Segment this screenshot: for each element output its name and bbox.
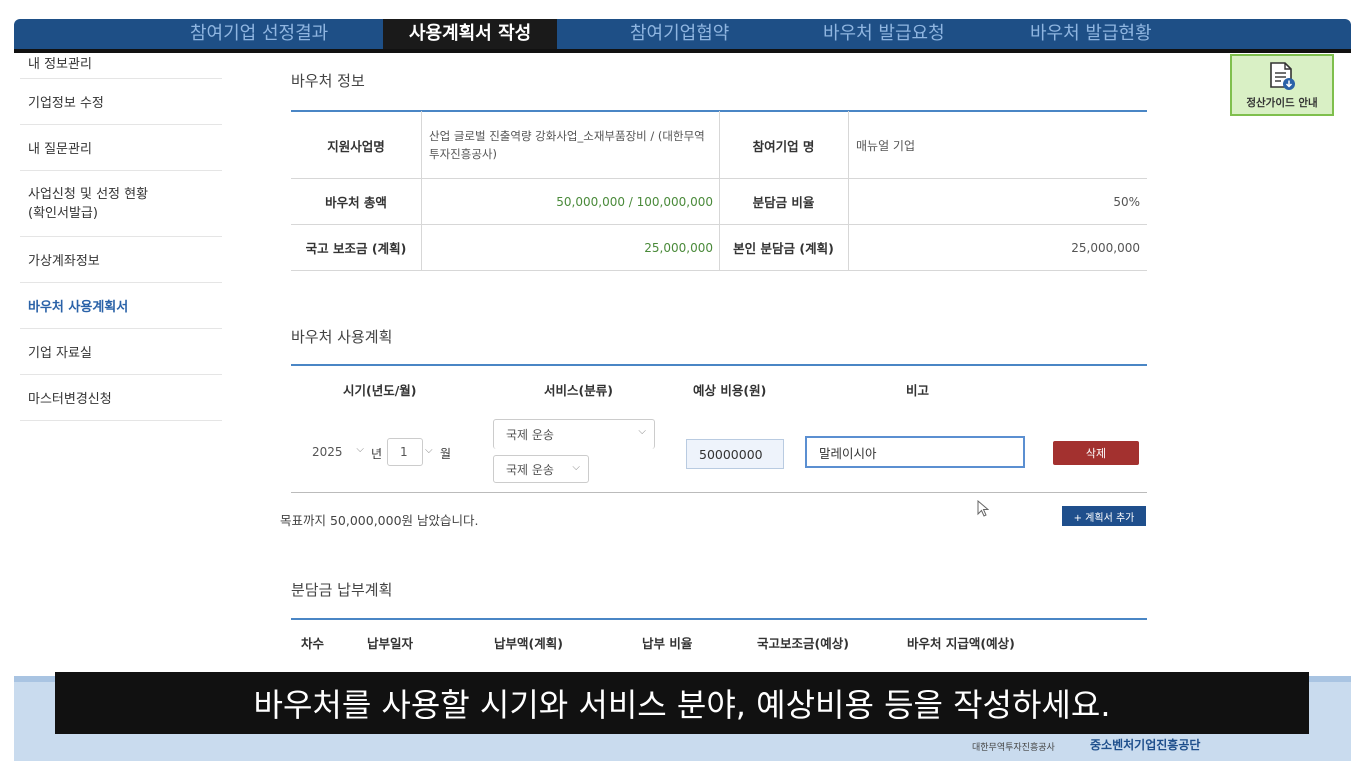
delete-button[interactable]: 삭제: [1053, 441, 1139, 465]
cost-input[interactable]: 50000000: [686, 439, 784, 469]
sidebar: 내 정보관리 기업정보 수정 내 질문관리 사업신청 및 선정 현황 (확인서발…: [20, 53, 222, 421]
sidebar-item-application-status[interactable]: 사업신청 및 선정 현황 (확인서발급): [20, 171, 222, 237]
header-payment-amount: 납부액(계획): [494, 636, 563, 651]
sidebar-item-virtual-account[interactable]: 가상계좌정보: [20, 237, 222, 283]
tab-usage-plan[interactable]: 사용계획서 작성: [383, 19, 558, 49]
payment-plan-rule: [291, 618, 1147, 620]
year-unit: 년: [371, 447, 383, 461]
add-plan-button[interactable]: + 계획서 추가: [1062, 506, 1146, 526]
sidebar-item-label: 가상계좌정보: [28, 254, 100, 269]
note-value: 말레이시아: [819, 445, 877, 461]
cost-value: 50000000: [699, 446, 763, 462]
header-service: 서비스(분류): [544, 383, 613, 398]
settlement-guide-button[interactable]: 정산가이드 안내: [1230, 54, 1334, 116]
divider: [848, 111, 849, 270]
tab-issue-status[interactable]: 바우처 발급현황: [1030, 19, 1152, 49]
sidebar-item-my-info[interactable]: 내 정보관리: [20, 53, 222, 79]
sidebar-item-my-questions[interactable]: 내 질문관리: [20, 125, 222, 171]
share-ratio-label: 분담금 비율: [752, 195, 815, 210]
chevron-down-icon[interactable]: ⌵: [425, 445, 433, 456]
footer-org-small: 대한무역투자진흥공사: [972, 743, 1055, 753]
subsidy-label: 국고 보조금 (계획): [305, 241, 407, 256]
company-name-value: 매뉴얼 기업: [856, 138, 916, 153]
voucher-info-title: 바우처 정보: [291, 72, 365, 90]
service-main-value: 국제 운송: [506, 428, 554, 442]
service-sub-select[interactable]: 국제 운송 ⌵: [493, 455, 589, 483]
header-cost: 예상 비용(원): [693, 383, 767, 398]
tab-issue-request[interactable]: 바우처 발급요청: [823, 19, 945, 49]
document-download-icon: [1270, 61, 1295, 90]
divider: [421, 111, 422, 270]
sidebar-item-company-info[interactable]: 기업정보 수정: [20, 79, 222, 125]
remaining-amount-text: 목표까지 50,000,000원 남았습니다.: [280, 513, 479, 528]
sidebar-item-label: 바우처 사용계획서: [28, 300, 129, 315]
header-expected-subsidy: 국고보조금(예상): [757, 636, 849, 651]
chevron-down-icon: ⌵: [572, 462, 580, 473]
sidebar-item-label: 마스터변경신청: [28, 392, 112, 407]
header-expected-voucher: 바우처 지급액(예상): [907, 636, 1015, 651]
tab-agreement[interactable]: 참여기업협약: [630, 19, 729, 49]
sidebar-item-label: 기업정보 수정: [28, 96, 104, 111]
mouse-cursor-icon: [977, 500, 989, 517]
note-input[interactable]: 말레이시아: [805, 436, 1025, 468]
header-round: 차수: [301, 636, 325, 651]
divider: [291, 270, 1147, 271]
sidebar-item-label: 내 정보관리: [28, 57, 92, 72]
sidebar-item-usage-plan[interactable]: 바우처 사용계획서: [20, 283, 222, 329]
own-share-label: 본인 분담금 (계획): [733, 241, 834, 256]
support-program-value: 산업 글로벌 진출역량 강화사업_소재부품장비 / (대한무역투자진흥공사): [429, 129, 705, 161]
chevron-down-icon: ⌵: [356, 444, 364, 455]
usage-plan-rule: [291, 364, 1147, 366]
month-unit: 월: [440, 447, 452, 461]
sidebar-item-label: 사업신청 및 선정 현황 (확인서발급): [28, 186, 149, 221]
service-sub-value: 국제 운송: [506, 462, 554, 477]
support-program-label: 지원사업명: [327, 138, 385, 154]
company-name-label: 참여기업 명: [752, 138, 815, 154]
share-ratio-value: 50%: [1113, 194, 1140, 209]
divider: [291, 492, 1147, 493]
sidebar-item-label: 내 질문관리: [28, 142, 92, 157]
guide-label: 정산가이드 안내: [1246, 96, 1318, 109]
voucher-total-value: 50,000,000 / 100,000,000: [556, 194, 713, 209]
header-payment-date: 납부일자: [367, 636, 414, 651]
year-select[interactable]: 2025 ⌵: [300, 438, 372, 466]
own-share-value: 25,000,000: [1071, 240, 1140, 255]
sidebar-item-label: 기업 자료실: [28, 346, 92, 361]
video-caption: 바우처를 사용할 시기와 서비스 분야, 예상비용 등을 작성하세요.: [55, 672, 1309, 734]
chevron-down-icon: ⌵: [638, 426, 646, 437]
month-value: 1: [400, 445, 408, 459]
tab-selection-result[interactable]: 참여기업 선정결과: [190, 19, 328, 49]
year-value: 2025: [312, 445, 343, 459]
usage-plan-title: 바우처 사용계획: [291, 328, 393, 346]
header-note: 비고: [906, 383, 930, 398]
footer-org-main: 중소벤처기업진흥공단: [1090, 738, 1201, 752]
header-period: 시기(년도/월): [343, 383, 417, 398]
voucher-total-label: 바우처 총액: [325, 195, 387, 210]
sidebar-item-master-change[interactable]: 마스터변경신청: [20, 375, 222, 421]
service-main-select[interactable]: 국제 운송 ⌵: [493, 419, 655, 449]
sidebar-item-archive[interactable]: 기업 자료실: [20, 329, 222, 375]
payment-plan-title: 분담금 납부계획: [291, 581, 393, 599]
subsidy-value: 25,000,000: [644, 240, 713, 255]
month-select[interactable]: 1: [387, 438, 423, 466]
header-payment-ratio: 납부 비율: [642, 636, 693, 651]
